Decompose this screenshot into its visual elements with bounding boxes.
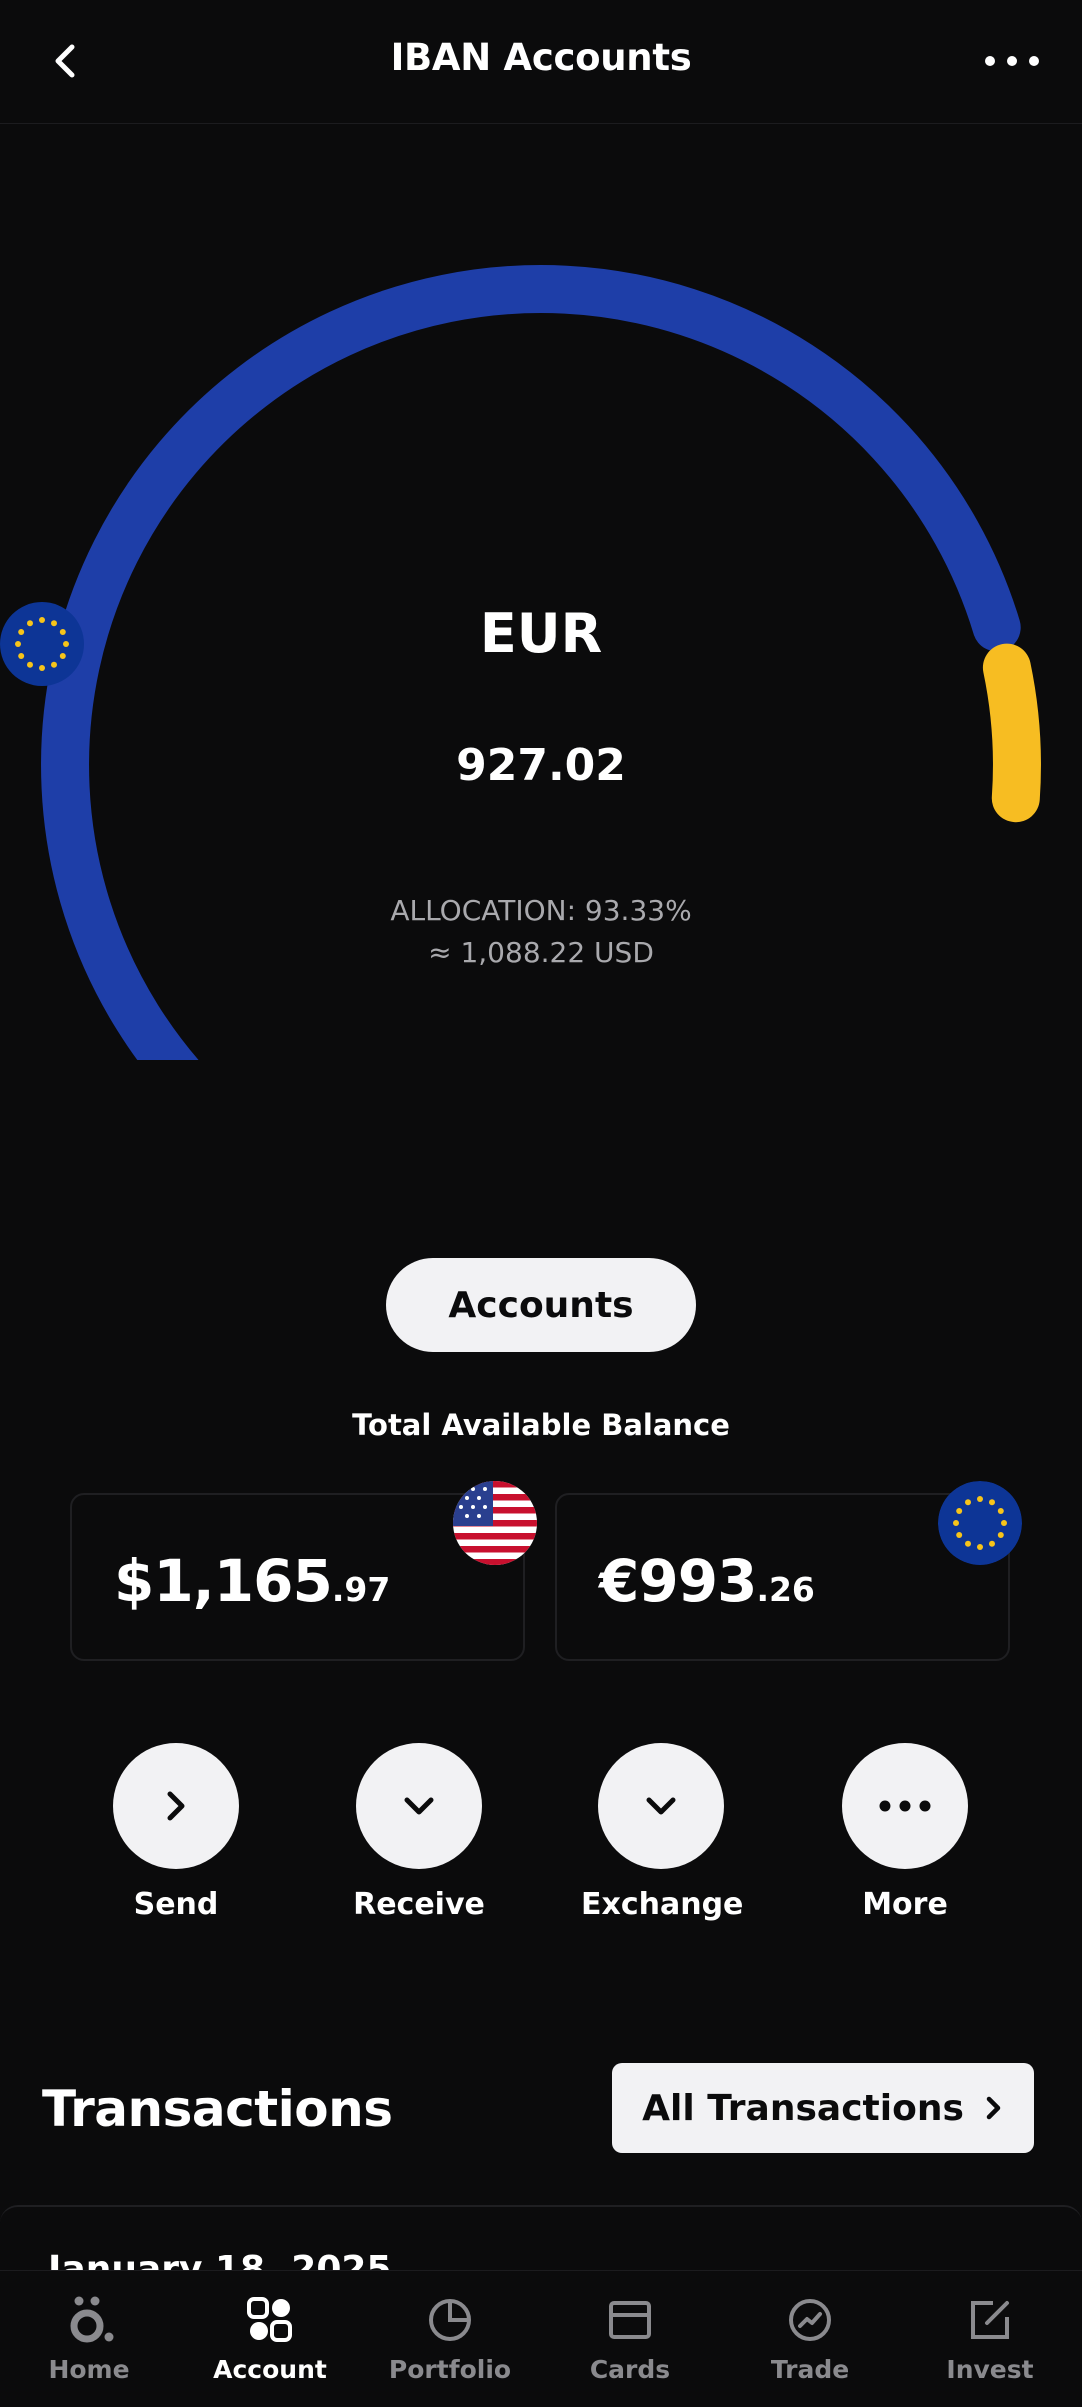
account-icon	[185, 2295, 355, 2345]
transactions-heading: Transactions	[42, 2080, 393, 2138]
balance-amount-eur: €993.26	[599, 1547, 815, 1615]
nav-home[interactable]: Home	[4, 2295, 174, 2384]
receive-button[interactable]: Receive	[339, 1743, 499, 1922]
nav-trade[interactable]: Trade	[725, 2295, 895, 2384]
allocation-info: ALLOCATION: 93.33% ≈ 1,088.22 USD	[0, 890, 1082, 974]
nav-invest[interactable]: Invest	[905, 2295, 1075, 2384]
exchange-label: Exchange	[581, 1887, 744, 1922]
balance-major: €993	[599, 1547, 757, 1615]
us-flag-icon	[453, 1481, 537, 1565]
exchange-circle	[598, 1743, 724, 1869]
balance-minor: .26	[756, 1570, 815, 1609]
chevron-down-icon	[404, 1797, 434, 1815]
all-transactions-label: All Transactions	[642, 2087, 964, 2129]
balance-card-eur[interactable]: €993.26	[555, 1481, 1022, 1661]
card-icon	[545, 2295, 715, 2345]
bottom-navigation: Home Account Portfolio Cards Trade Inves…	[0, 2270, 1082, 2403]
receive-circle	[356, 1743, 482, 1869]
usd-equivalent: ≈ 1,088.22 USD	[428, 936, 654, 969]
top-app-bar: IBAN Accounts	[0, 0, 1082, 124]
nav-cards[interactable]: Cards	[545, 2295, 715, 2384]
nav-label: Cards	[589, 2355, 671, 2384]
balance-amount-usd: $1,165.97	[114, 1547, 390, 1615]
more-options-button[interactable]	[982, 36, 1042, 86]
more-circle	[842, 1743, 968, 1869]
exchange-button[interactable]: Exchange	[581, 1743, 744, 1922]
invest-icon	[905, 2295, 1075, 2345]
balance-major: $1,165	[114, 1547, 333, 1615]
chevron-down-icon	[646, 1797, 676, 1815]
nav-account[interactable]: Account	[185, 2295, 355, 2384]
gauge-currency-code: EUR	[479, 602, 603, 665]
chevron-right-icon	[167, 1791, 185, 1821]
nav-label: Account	[213, 2355, 327, 2384]
eu-flag-icon	[938, 1481, 1022, 1565]
nav-label: Trade	[770, 2355, 850, 2384]
send-circle	[113, 1743, 239, 1869]
balance-card-usd[interactable]: $1,165.97	[70, 1481, 537, 1661]
page-title: IBAN Accounts	[390, 36, 692, 79]
gauge-currency-row: EUR	[0, 602, 1082, 686]
send-button[interactable]: Send	[96, 1743, 256, 1922]
nav-portfolio[interactable]: Portfolio	[365, 2295, 535, 2384]
total-balance-label: Total Available Balance	[352, 1408, 730, 1442]
nav-label: Home	[48, 2355, 130, 2384]
more-horizontal-icon	[985, 56, 1039, 66]
send-label: Send	[133, 1887, 219, 1922]
gauge-amount: 927.02	[456, 740, 626, 791]
accounts-button[interactable]: Accounts	[386, 1258, 696, 1352]
eu-flag-icon	[0, 602, 84, 686]
more-horizontal-icon	[879, 1800, 931, 1812]
receive-label: Receive	[353, 1887, 485, 1922]
balance-minor: .97	[331, 1570, 391, 1609]
allocation-percent: ALLOCATION: 93.33%	[390, 894, 692, 927]
more-label: More	[862, 1887, 948, 1922]
nav-label: Portfolio	[388, 2355, 512, 2384]
allocation-gauge: EUR 927.02 ALLOCATION: 93.33% ≈ 1,088.22…	[0, 200, 1082, 1060]
trade-icon	[725, 2295, 895, 2345]
pie-chart-icon	[365, 2295, 535, 2345]
all-transactions-button[interactable]: All Transactions	[612, 2063, 1034, 2153]
chevron-right-icon	[986, 2096, 1001, 2120]
more-actions-button[interactable]: More	[825, 1743, 985, 1922]
nav-label: Invest	[946, 2355, 1034, 2384]
home-logo-icon	[4, 2295, 174, 2345]
